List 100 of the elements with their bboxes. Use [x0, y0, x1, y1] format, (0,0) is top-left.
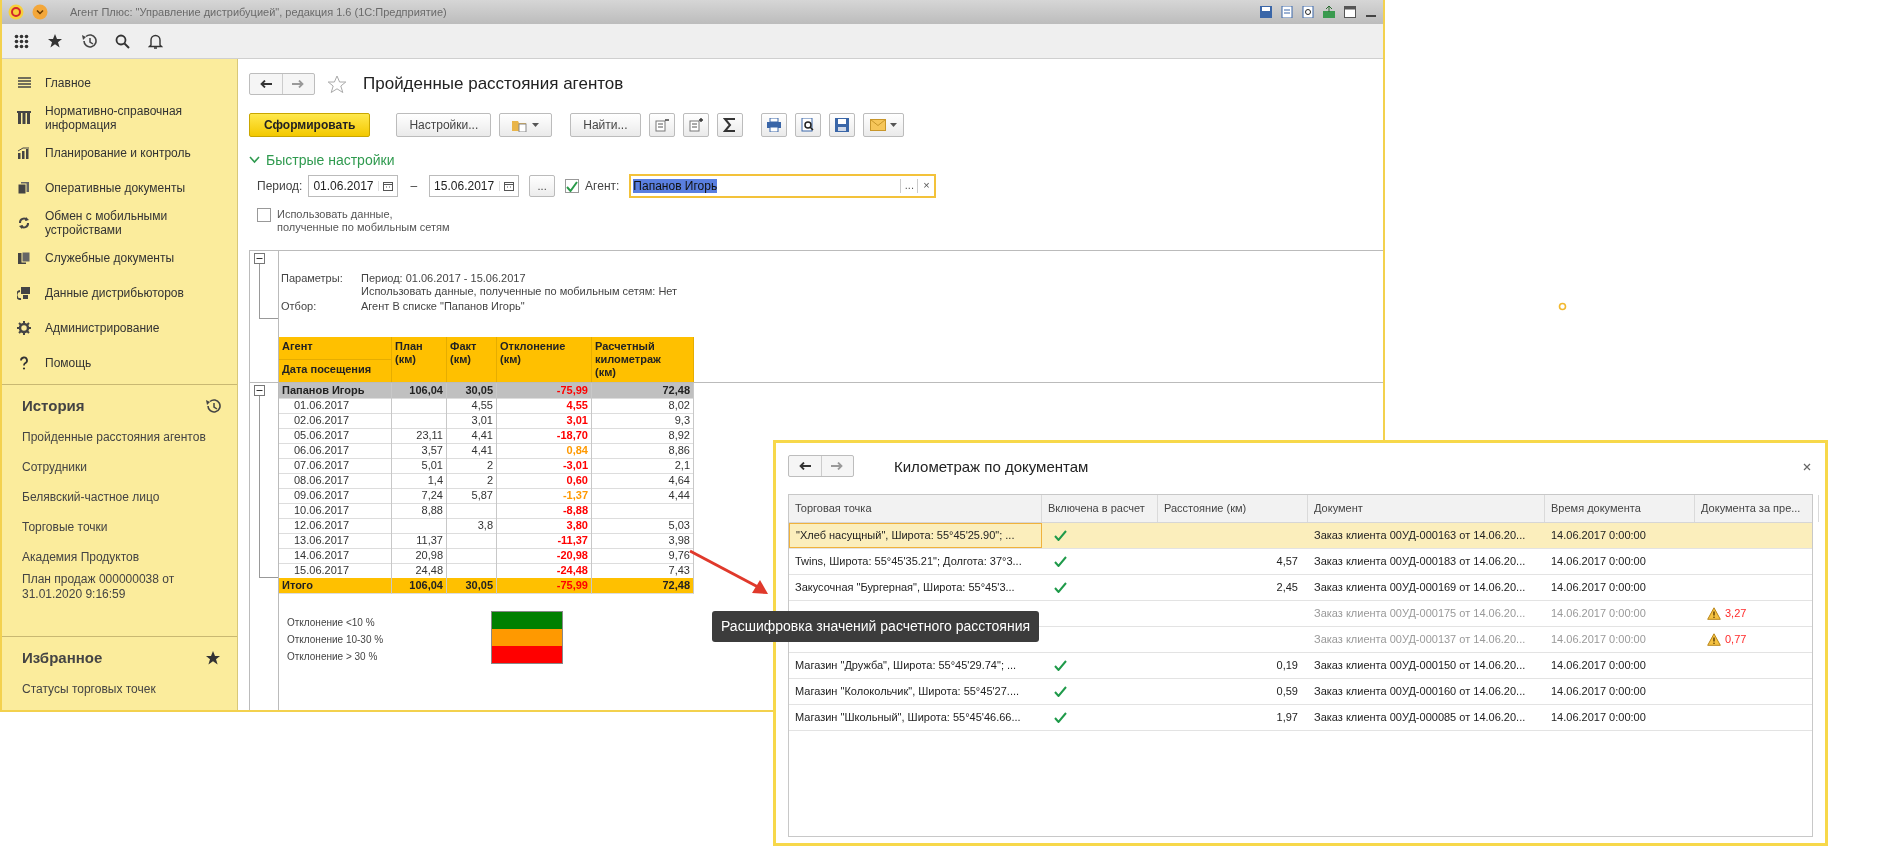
- field-label: Период:: [257, 179, 303, 193]
- expand-icon: [688, 118, 703, 132]
- history-link[interactable]: Академия Продуктов: [2, 542, 237, 572]
- column-header[interactable]: Включена в расчет: [1042, 495, 1158, 522]
- preview-button[interactable]: [794, 113, 821, 137]
- chevron-down-icon[interactable]: [249, 156, 260, 164]
- table-cell: "Хлеб насущный", Широта: 55°45'25.90"; ...: [789, 523, 1042, 548]
- star-icon[interactable]: [205, 649, 221, 666]
- table-cell: 5,87: [447, 488, 497, 504]
- history-link[interactable]: Торговые точки: [2, 512, 237, 542]
- table-row[interactable]: Закусочная "Бургерная", Широта: 55°45'3... 2,45 Заказ клиента 00УД-000169 от 14.06.20... 14.06.2017 0:00:00: [789, 575, 1812, 601]
- bell-icon[interactable]: [148, 33, 163, 49]
- minus-box-icon[interactable]: [254, 385, 265, 396]
- param-label: Параметры:: [281, 272, 344, 286]
- table-cell-text: Магазин "Колокольчик", Широта: 55°45'27....: [794, 684, 1021, 699]
- minus-box-icon[interactable]: [254, 253, 265, 264]
- table-row[interactable]: Магазин "Колокольчик", Широта: 55°45'27.... 0,59 Заказ клиента 00УД-000160 от 14.06.20... 14.06.2017 0:00:00: [789, 679, 1812, 705]
- page-title: Пройденные расстояния агентов: [363, 74, 624, 94]
- table-cell-text: 0,19: [1276, 658, 1298, 673]
- apps-icon[interactable]: [14, 33, 29, 49]
- date-field[interactable]: 15.06.2017: [429, 175, 520, 197]
- param-value: Агент В списке "Папанов Игорь": [361, 300, 526, 313]
- column-header: План (км): [392, 337, 447, 382]
- variants-button[interactable]: [499, 113, 553, 137]
- table-cell: 8,86: [592, 443, 694, 459]
- period-button[interactable]: ...: [529, 175, 556, 197]
- table-cell: -3,01: [562, 459, 588, 471]
- favorite-link[interactable]: Статусы торговых точек: [2, 674, 237, 704]
- column-header[interactable]: Расстояние (км): [1158, 495, 1308, 522]
- table-cell: 30,05: [447, 383, 497, 399]
- table-cell-text: Закусочная "Бургерная", Широта: 55°45'3...: [794, 580, 1016, 595]
- document-icon[interactable]: [1281, 6, 1293, 18]
- checkbox[interactable]: [257, 208, 271, 222]
- history-icon[interactable]: [205, 397, 221, 414]
- table-row[interactable]: Twins, Широта: 55°45'35.21"; Долгота: 37°3... 4,57 Заказ клиента 00УД-000183 от 14.06.20... 14.06.2017 0:00:00: [789, 549, 1812, 575]
- sum-button[interactable]: [716, 113, 743, 137]
- nav-item[interactable]: Служебные документы: [45, 250, 175, 265]
- column-header[interactable]: Документ: [1308, 495, 1545, 522]
- preview-icon[interactable]: [1302, 6, 1314, 18]
- find-button[interactable]: Найти...: [570, 113, 641, 137]
- column-header[interactable]: Торговая точка: [789, 495, 1042, 522]
- upload-icon[interactable]: [1323, 6, 1335, 18]
- nav-item[interactable]: Данные дистрибьюторов: [45, 285, 184, 300]
- history-link[interactable]: Сотрудники: [2, 452, 237, 482]
- history-link[interactable]: План продаж 000000038 от 31.01.2020 9:16:59: [2, 572, 237, 602]
- nav-item[interactable]: Нормативно-справочная информация: [45, 103, 227, 132]
- select-button[interactable]: ...: [900, 179, 918, 193]
- expand-button[interactable]: [682, 113, 709, 137]
- generate-button[interactable]: Сформировать: [249, 113, 371, 137]
- save-button[interactable]: [828, 113, 855, 137]
- nav-item[interactable]: Администрирование: [45, 320, 160, 335]
- table-cell: 4,55: [566, 399, 588, 411]
- print-button[interactable]: [760, 113, 787, 137]
- nav-item[interactable]: Обмен с мобильными устройствами: [45, 208, 227, 237]
- table-row[interactable]: Магазин "Школьный", Широта: 55°45'46.66... 1,97 Заказ клиента 00УД-000085 от 14.06.20... 14.06.2017 0:00:00: [789, 705, 1812, 731]
- column-header: Дата посещения: [279, 359, 392, 382]
- arrow-right-icon: [292, 80, 305, 88]
- table-row[interactable]: Магазин "Дружба", Широта: 55°45'29.74"; ... 0,19 Заказ клиента 00УД-000150 от 14.06.20... 14.06.2017 0:00:00: [789, 653, 1812, 679]
- date-field[interactable]: 01.06.2017: [308, 175, 399, 197]
- window-icon[interactable]: [1344, 6, 1356, 18]
- table-cell: 23,11: [392, 428, 447, 444]
- table-cell-text: Заказ клиента 00УД-000183 от 14.06.20...: [1313, 554, 1527, 569]
- caret-icon: [889, 123, 897, 127]
- star-icon[interactable]: [327, 74, 347, 94]
- star-icon[interactable]: [47, 33, 63, 49]
- agent-field[interactable]: Папанов Игорь ... ×: [629, 174, 937, 198]
- nav-item[interactable]: Оперативные документы: [45, 180, 186, 195]
- nav-item[interactable]: Планирование и контроль: [45, 145, 191, 160]
- close-icon: [1803, 462, 1811, 471]
- send-button[interactable]: [862, 113, 904, 137]
- columns-icon: [17, 110, 31, 125]
- legend-label: Отклонение 10-30 %: [287, 634, 385, 645]
- table-cell: -11,37: [557, 534, 588, 546]
- table-cell: -75,99: [556, 579, 588, 591]
- table-row[interactable]: "Хлеб насущный", Широта: 55°45'25.90"; ... Заказ клиента 00УД-000163 от 14.06.20... 14.06.2017 0:00:00: [789, 523, 1812, 549]
- check-icon: [566, 180, 579, 192]
- column-header[interactable]: Документа за пре...: [1695, 495, 1819, 522]
- nav-item[interactable]: Помощь: [45, 355, 92, 370]
- table-cell: 3,57: [392, 443, 447, 459]
- section-toggle[interactable]: Быстрые настройки: [266, 152, 395, 168]
- table-cell: 14.06.2017: [279, 548, 392, 564]
- column-header[interactable]: Время документа: [1545, 495, 1695, 522]
- table-cell-text: 0,77: [1725, 632, 1747, 647]
- table-cell: 3,98: [592, 533, 694, 549]
- dropdown-icon[interactable]: [32, 4, 48, 20]
- gear-icon: [17, 320, 31, 335]
- nav-item[interactable]: Главное: [45, 75, 91, 90]
- history-icon[interactable]: [81, 33, 97, 49]
- table-cell: 4,41: [447, 443, 497, 459]
- search-icon[interactable]: [115, 33, 130, 49]
- checkbox[interactable]: [565, 179, 580, 193]
- logo-icon: [8, 4, 24, 20]
- history-link[interactable]: Пройденные расстояния агентов: [2, 422, 237, 452]
- settings-button[interactable]: Настройки...: [396, 113, 492, 137]
- clear-button[interactable]: ×: [917, 179, 935, 193]
- table-cell-text: Заказ клиента 00УД-000150 от 14.06.20...: [1313, 658, 1527, 673]
- history-link[interactable]: Белявский-частное лицо: [2, 482, 237, 512]
- section-title: Избранное: [22, 649, 103, 666]
- table-cell-text: Магазин "Дружба", Широта: 55°45'29.74"; ...: [794, 658, 1018, 673]
- save-icon[interactable]: [1260, 6, 1272, 18]
